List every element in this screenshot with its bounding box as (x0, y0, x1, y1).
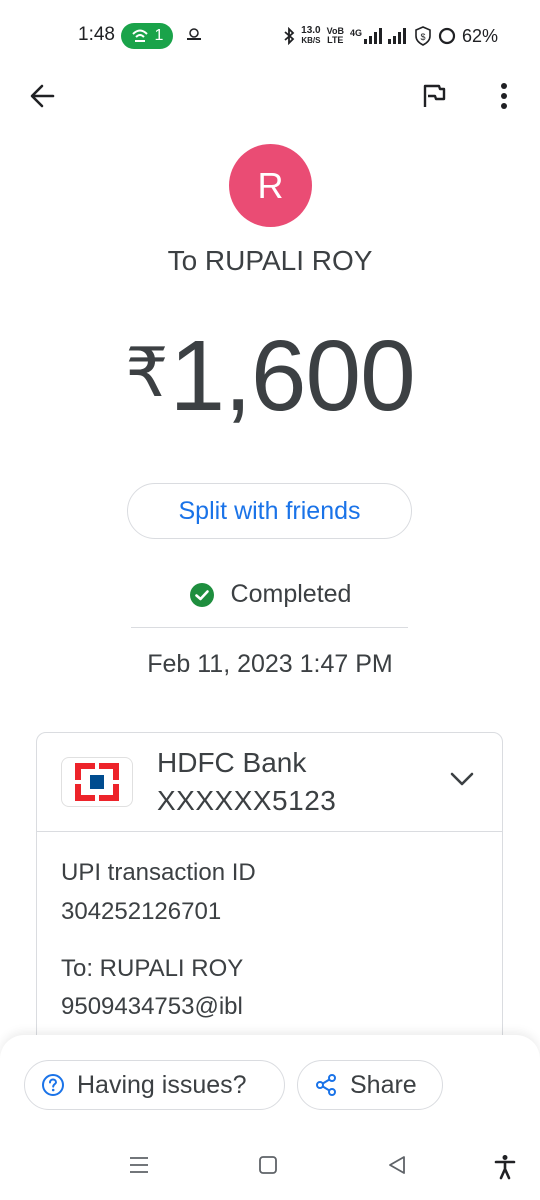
back-button[interactable] (24, 78, 60, 114)
volte-indicator: VoB LTE (327, 27, 344, 45)
to-recipient-label: To: RUPALI ROY (61, 955, 244, 982)
expand-button[interactable] (447, 769, 477, 789)
signal-sim2-icon (387, 28, 406, 44)
flag-icon (423, 84, 446, 107)
having-issues-label: Having issues? (77, 1070, 247, 1099)
bank-account-number: XXXXXX5123 (157, 785, 337, 816)
payment-amount: ₹1,600 (0, 318, 540, 431)
svg-text:$: $ (420, 32, 425, 42)
recents-button[interactable] (128, 1154, 150, 1181)
bank-name: HDFC Bank (157, 747, 307, 778)
hotspot-icon (131, 29, 148, 42)
speed-value: 13.0 (301, 25, 321, 36)
more-vert-icon (501, 83, 507, 109)
bank-logo-icon (75, 763, 119, 801)
share-label: Share (350, 1070, 417, 1099)
share-icon (316, 1074, 336, 1096)
status-bar: 1:48 1 13.0 KB/S VoB LTE 4G $ 62% (0, 0, 540, 72)
system-navigation-bar (0, 1140, 540, 1200)
recipient-name: To RUPALI ROY (167, 245, 373, 276)
upi-transaction-id-value: 304252126701 (61, 898, 222, 925)
status-time: 1:48 (78, 24, 115, 45)
battery-ring-icon (438, 27, 456, 45)
triangle-back-icon (389, 1156, 405, 1174)
home-button[interactable] (257, 1154, 279, 1181)
bluetooth-icon (284, 27, 295, 45)
network-type: 4G (349, 28, 362, 38)
split-with-friends-button[interactable]: Split with friends (127, 483, 412, 539)
transaction-details-card: HDFC Bank XXXXXX5123 UPI transaction ID … (36, 732, 503, 1062)
hdfc-bank-logo (61, 757, 133, 807)
amount-value: 1,600 (169, 320, 416, 432)
status-label: Completed (230, 580, 352, 608)
system-back-button[interactable] (386, 1154, 408, 1181)
currency-symbol: ₹ (125, 335, 168, 411)
chevron-down-icon (450, 772, 474, 786)
card-divider (37, 831, 502, 832)
home-square-icon (259, 1156, 277, 1174)
network-speed: 13.0 KB/S (301, 26, 320, 46)
security-shield-icon: $ (415, 26, 431, 46)
payment-status: Completed (0, 580, 540, 609)
more-options-button[interactable] (488, 78, 520, 114)
payment-datetime: Feb 11, 2023 1:47 PM (147, 650, 393, 678)
app-notification-icon (184, 28, 204, 44)
divider (131, 627, 408, 628)
signal-sim1: 4G (350, 28, 382, 44)
arrow-back-icon (30, 84, 55, 108)
check-circle-icon (189, 582, 214, 607)
menu-lines-icon (130, 1157, 148, 1173)
signal-icon (363, 28, 382, 44)
upi-transaction-id-label: UPI transaction ID (61, 859, 256, 886)
hotspot-indicator: 1 (121, 23, 173, 49)
speed-unit: KB/S (301, 36, 321, 45)
status-icons: 13.0 KB/S VoB LTE 4G $ 62% (283, 22, 498, 50)
share-button[interactable]: Share (297, 1060, 443, 1110)
accessibility-button[interactable] (494, 1154, 516, 1185)
recipient-upi-id: 9509434753@ibl (61, 993, 243, 1020)
report-button[interactable] (418, 80, 450, 112)
hotspot-count: 1 (154, 27, 164, 44)
battery-percent: 62% (461, 25, 498, 46)
accessibility-icon (494, 1155, 516, 1180)
volte-bottom: LTE (327, 35, 344, 45)
help-circle-icon (42, 1074, 64, 1096)
having-issues-button[interactable]: Having issues? (24, 1060, 285, 1110)
recipient-avatar: R (229, 144, 312, 227)
